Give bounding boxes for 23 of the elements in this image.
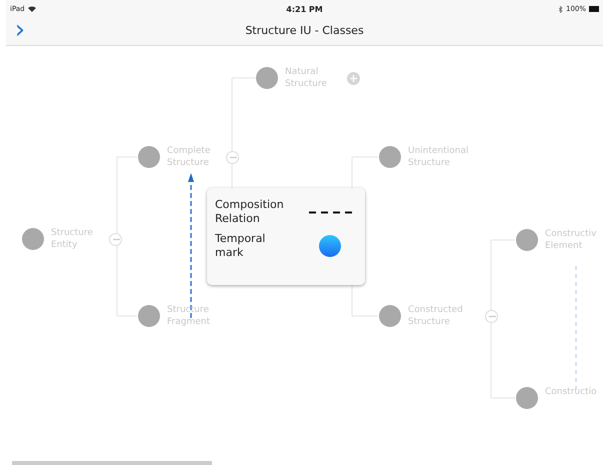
expand-button[interactable] bbox=[347, 72, 360, 85]
node-circle[interactable] bbox=[379, 305, 401, 327]
collapse-button[interactable] bbox=[226, 151, 239, 164]
plus-icon bbox=[347, 72, 360, 85]
dashed-line-icon bbox=[309, 210, 353, 214]
window-title: Structure IU - Classes bbox=[244, 24, 365, 36]
bluetooth-icon bbox=[559, 6, 563, 12]
battery-icon bbox=[589, 6, 600, 12]
node-circle[interactable] bbox=[22, 228, 44, 250]
node-circle[interactable] bbox=[516, 387, 538, 409]
back-button[interactable]: › bbox=[12, 20, 28, 40]
clock-time: 4:21 PM bbox=[286, 4, 323, 14]
node-circle[interactable] bbox=[256, 67, 278, 89]
legend-label: Composition Relation bbox=[215, 198, 285, 226]
node-circle[interactable] bbox=[138, 146, 160, 168]
node-circle[interactable] bbox=[379, 146, 401, 168]
node-circle[interactable] bbox=[516, 229, 538, 251]
wifi-icon bbox=[28, 6, 36, 12]
legend-label: Temporal mark bbox=[215, 232, 266, 260]
collapse-button[interactable] bbox=[109, 233, 122, 246]
node-circle[interactable] bbox=[138, 305, 160, 327]
dot-icon bbox=[319, 235, 341, 257]
collapse-button[interactable] bbox=[485, 310, 498, 323]
